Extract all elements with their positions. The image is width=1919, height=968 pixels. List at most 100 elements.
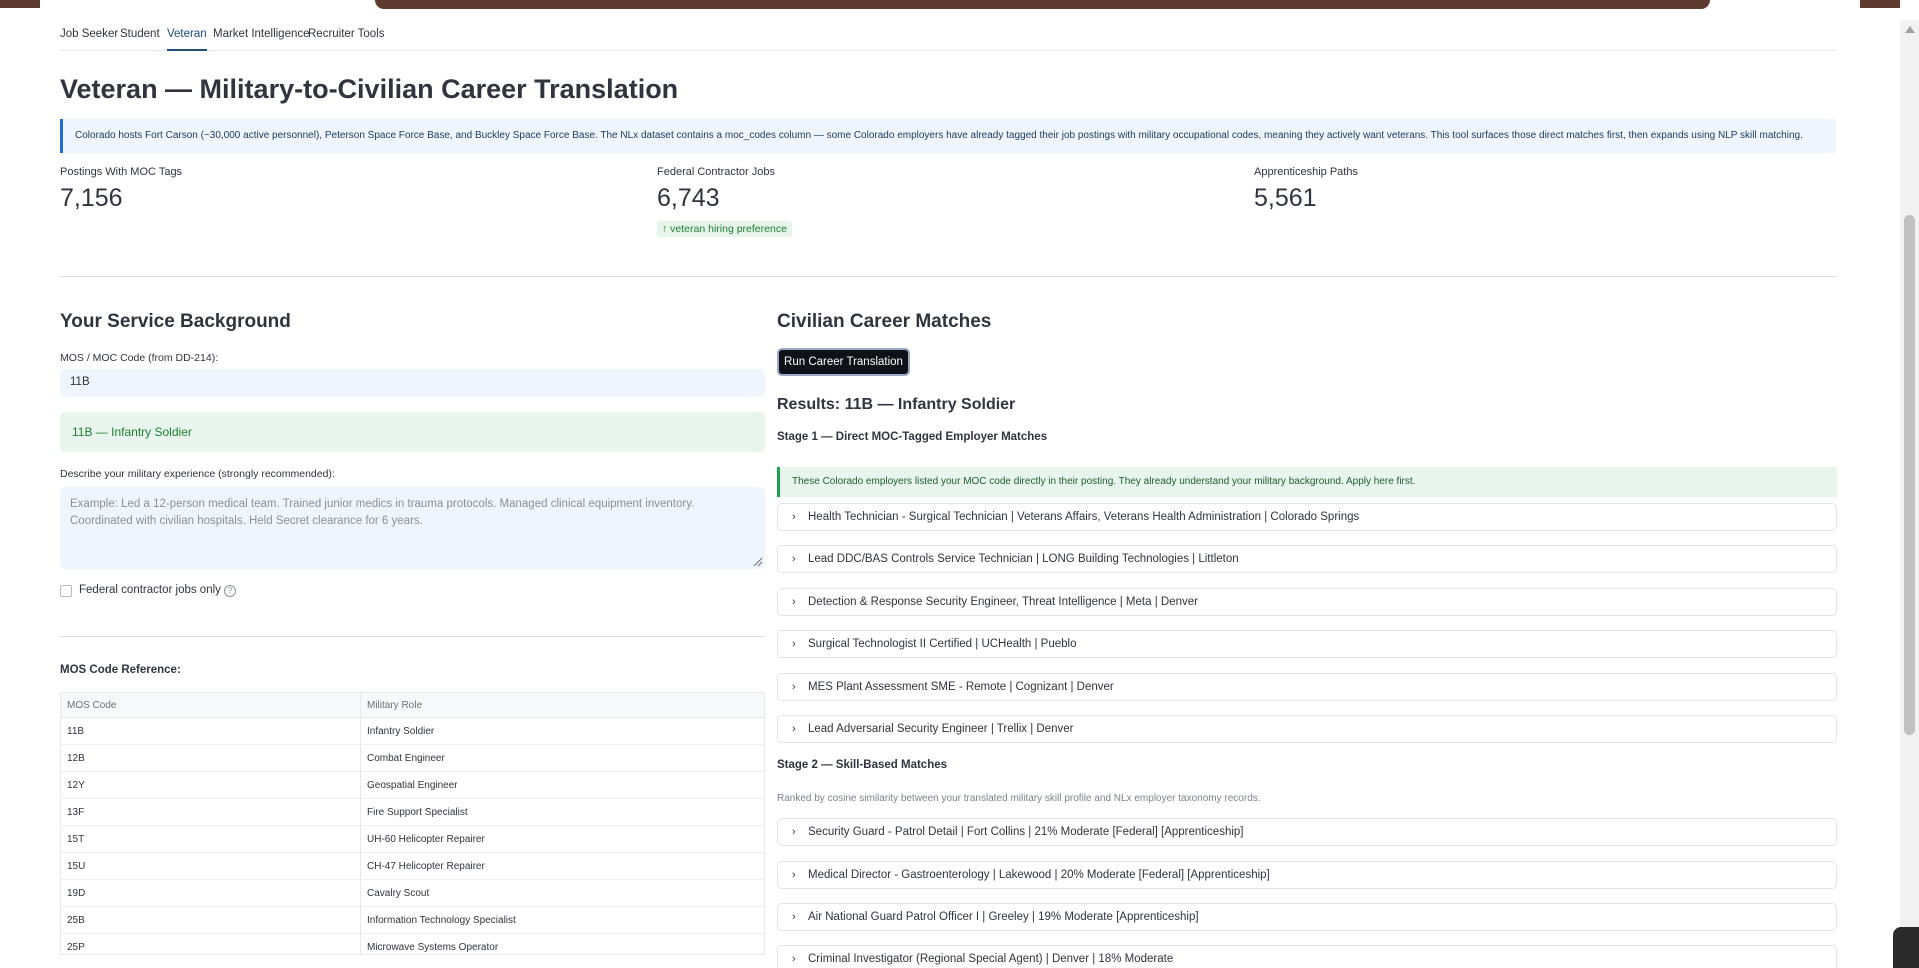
match-expander[interactable]: › Surgical Technologist II Certified | U…: [777, 630, 1837, 658]
military-role-cell: Information Technology Specialist: [360, 906, 764, 934]
table-row: 15U CH-47 Helicopter Repairer: [61, 852, 764, 880]
military-role-cell: Geospatial Engineer: [360, 771, 764, 799]
mos-match-box: 11B — Infantry Soldier: [60, 412, 765, 452]
chevron-right-icon: ›: [792, 826, 796, 838]
mos-code-cell: 11B: [61, 717, 361, 745]
experience-label: Describe your military experience (stron…: [60, 468, 335, 480]
tab-job-seeker[interactable]: Job Seeker: [60, 28, 118, 49]
match-expander[interactable]: › Air National Guard Patrol Officer I | …: [777, 903, 1837, 931]
match-label: MES Plant Assessment SME - Remote | Cogn…: [808, 681, 1114, 693]
mos-code-cell: 15T: [61, 825, 361, 853]
military-role-cell: Infantry Soldier: [360, 717, 764, 745]
page-scrollbar[interactable]: [1900, 20, 1919, 968]
match-label: Security Guard - Patrol Detail | Fort Co…: [808, 826, 1244, 838]
match-label: Air National Guard Patrol Officer I | Gr…: [808, 911, 1199, 923]
military-role-cell: Fire Support Specialist: [360, 798, 764, 826]
table-row: 11B Infantry Soldier: [61, 717, 764, 745]
tab-student[interactable]: Student: [120, 28, 160, 49]
military-role-cell: UH-60 Helicopter Repairer: [360, 825, 764, 853]
column-header-mos-code[interactable]: MOS Code: [61, 693, 361, 718]
run-career-translation-button[interactable]: Run Career Translation: [777, 348, 910, 376]
match-expander[interactable]: › Security Guard - Patrol Detail | Fort …: [777, 818, 1837, 846]
stage1-note-text: These Colorado employers listed your MOC…: [792, 476, 1416, 487]
metric-value-moc: 7,156: [60, 184, 123, 212]
matches-heading: Civilian Career Matches: [777, 311, 992, 332]
chevron-right-icon: ›: [792, 911, 796, 923]
browser-top-strip: [0, 0, 1900, 20]
tab-veteran[interactable]: Veteran: [167, 28, 207, 51]
top-toolbar-pill: [375, 0, 1710, 9]
chevron-right-icon: ›: [792, 596, 796, 608]
match-label: Lead Adversarial Security Engineer | Tre…: [808, 723, 1074, 735]
tab-market-intelligence[interactable]: Market Intelligence: [213, 28, 310, 49]
results-title: Results: 11B — Infantry Soldier: [777, 396, 1016, 413]
scroll-thumb[interactable]: [1904, 215, 1915, 735]
mos-reference-table[interactable]: MOS Code Military Role 11B Infantry Soldi…: [60, 692, 765, 955]
mos-code-cell: 12Y: [61, 771, 361, 799]
metric-label-moc: Postings With MOC Tags: [60, 166, 183, 178]
mos-code-cell: 25P: [61, 933, 361, 954]
table-row: 25B Information Technology Specialist: [61, 906, 764, 934]
column-header-military-role[interactable]: Military Role: [360, 693, 764, 718]
chevron-right-icon: ›: [792, 869, 796, 881]
match-expander[interactable]: › Criminal Investigator (Regional Specia…: [777, 945, 1837, 968]
match-label: Surgical Technologist II Certified | UCH…: [808, 638, 1077, 650]
mos-reference-heading: MOS Code Reference:: [60, 664, 181, 676]
mos-code-cell: 15U: [61, 852, 361, 880]
match-expander[interactable]: › Medical Director - Gastroenterology | …: [777, 861, 1837, 889]
experience-placeholder: Example: Led a 12-person medical team. T…: [70, 498, 695, 527]
stage1-title: Stage 1 — Direct MOC-Tagged Employer Mat…: [777, 431, 1048, 443]
federal-only-checkbox[interactable]: [60, 585, 72, 597]
scroll-up-arrow-icon[interactable]: [1905, 26, 1915, 33]
metric-delta-federal: ↑ veteran hiring preference: [657, 221, 792, 237]
chevron-right-icon: ›: [792, 553, 796, 565]
top-strip-left: [0, 0, 40, 8]
match-expander[interactable]: › Lead Adversarial Security Engineer | T…: [777, 715, 1837, 743]
chevron-right-icon: ›: [792, 681, 796, 693]
metric-value-apprenticeship: 5,561: [1254, 184, 1317, 212]
table-row: 25P Microwave Systems Operator: [61, 933, 764, 954]
metric-label-apprenticeship: Apprenticeship Paths: [1254, 166, 1358, 178]
federal-only-label[interactable]: Federal contractor jobs only: [79, 584, 221, 596]
help-icon[interactable]: ?: [224, 585, 236, 597]
match-expander[interactable]: › Health Technician - Surgical Technicia…: [777, 503, 1837, 531]
match-expander[interactable]: › Detection & Response Security Engineer…: [777, 588, 1837, 616]
mos-input[interactable]: 11B: [60, 369, 765, 397]
metric-label-federal: Federal Contractor Jobs: [657, 166, 775, 178]
stage1-note: These Colorado employers listed your MOC…: [777, 467, 1837, 497]
match-label: Health Technician - Surgical Technician …: [808, 511, 1360, 523]
top-strip-right: [1860, 0, 1900, 8]
table-header-row: MOS Code Military Role: [61, 693, 764, 718]
military-role-cell: Microwave Systems Operator: [360, 933, 764, 954]
table-row: 12B Combat Engineer: [61, 744, 764, 772]
info-callout: Colorado hosts Fort Carson (~30,000 acti…: [60, 119, 1836, 153]
military-role-cell: CH-47 Helicopter Repairer: [360, 852, 764, 880]
experience-textarea[interactable]: Example: Led a 12-person medical team. T…: [60, 487, 765, 569]
chevron-right-icon: ›: [792, 638, 796, 650]
table-row: 12Y Geospatial Engineer: [61, 771, 764, 799]
info-callout-text: Colorado hosts Fort Carson (~30,000 acti…: [75, 130, 1803, 141]
page-title: Veteran — Military-to-Civilian Career Tr…: [60, 74, 679, 104]
stage2-caption: Ranked by cosine similarity between your…: [777, 793, 1261, 804]
mos-code-cell: 19D: [61, 879, 361, 907]
mos-match-text: 11B — Infantry Soldier: [72, 425, 192, 439]
match-label: Lead DDC/BAS Controls Service Technician…: [808, 553, 1239, 565]
match-expander[interactable]: › Lead DDC/BAS Controls Service Technici…: [777, 545, 1837, 573]
mos-code-cell: 25B: [61, 906, 361, 934]
match-label: Criminal Investigator (Regional Special …: [808, 953, 1174, 965]
service-heading: Your Service Background: [60, 311, 291, 332]
chevron-right-icon: ›: [792, 723, 796, 735]
left-divider: [60, 636, 765, 637]
section-divider: [60, 276, 1837, 277]
match-expander[interactable]: › MES Plant Assessment SME - Remote | Co…: [777, 673, 1837, 701]
tab-recruiter-tools[interactable]: Recruiter Tools: [308, 28, 385, 49]
corner-widget: [1893, 927, 1919, 968]
resize-handle-icon[interactable]: [753, 557, 763, 567]
mos-label: MOS / MOC Code (from DD-214):: [60, 352, 219, 364]
tab-bar: Job Seeker Student Veteran Market Intell…: [60, 24, 1837, 51]
military-role-cell: Combat Engineer: [360, 744, 764, 772]
metric-value-federal: 6,743: [657, 184, 720, 212]
chevron-right-icon: ›: [792, 953, 796, 965]
table-row: 15T UH-60 Helicopter Repairer: [61, 825, 764, 853]
table-row: 13F Fire Support Specialist: [61, 798, 764, 826]
